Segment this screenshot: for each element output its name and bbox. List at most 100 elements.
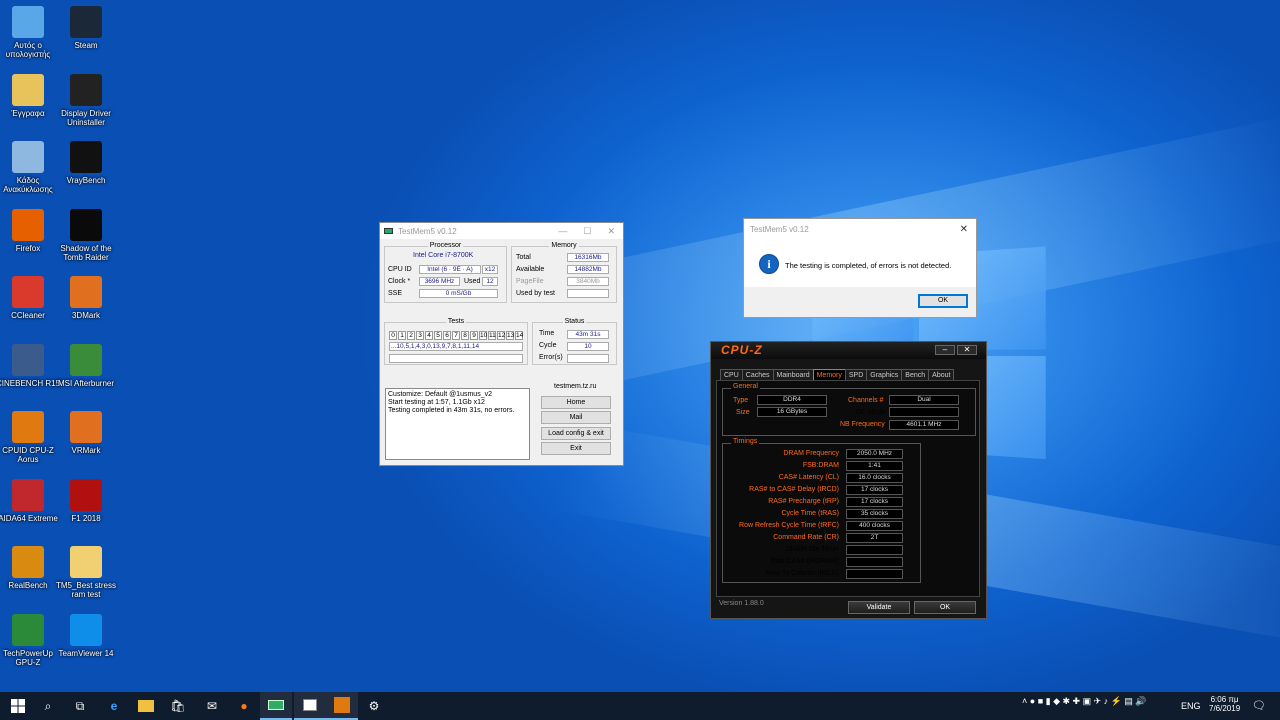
mail-icon[interactable]: ✉ <box>196 692 228 720</box>
test-number-box: 2 <box>407 331 415 340</box>
desktop-icon[interactable]: TechPowerUp GPU-Z <box>0 613 60 667</box>
timing-field: 2050.0 MHz <box>846 449 903 459</box>
desktop-icon[interactable]: TM5_Best stress ram test <box>54 546 118 599</box>
desktop-icon[interactable]: Firefox <box>0 208 60 253</box>
firefox-icon[interactable]: ● <box>228 692 260 720</box>
cycle-field: 10 <box>567 342 609 351</box>
desktop-icon[interactable]: RealBench <box>0 546 60 590</box>
log-box[interactable]: Customize: Default @1usmus_v2 Start test… <box>385 388 530 460</box>
desktop-icon-label: F1 2018 <box>71 513 101 523</box>
available-label: Available <box>516 266 545 273</box>
test-number-box: 1 <box>398 331 406 340</box>
f1-2018-icon <box>70 478 102 511</box>
cinebench-icon <box>12 343 44 376</box>
desktop-icon[interactable]: 3DMark <box>54 276 118 320</box>
firefox-icon <box>12 208 44 241</box>
dc-mode-field <box>889 407 959 417</box>
desktop-icon[interactable]: VRMark <box>54 411 118 455</box>
tab-mainboard[interactable]: Mainboard <box>772 369 814 380</box>
timing-label: Row To Column (tRCD) <box>766 570 839 577</box>
ok-button[interactable]: OK <box>918 294 968 308</box>
file-explorer-icon[interactable] <box>130 692 162 720</box>
pagefile-label: PageFile <box>516 278 544 285</box>
vrmark-icon <box>70 411 102 443</box>
processor-label: Processor <box>427 242 464 249</box>
clock-field: 3696 MHz <box>419 277 460 286</box>
clock-date: 7/6/2019 <box>1209 704 1241 713</box>
mail-button[interactable]: Mail <box>541 411 611 424</box>
timing-field: 17 clocks <box>846 497 903 507</box>
general-label: General <box>731 383 760 390</box>
channels-label: Channels # <box>848 397 884 404</box>
desktop-icon-label: VRMark <box>71 446 101 455</box>
vraybench-icon <box>70 141 102 173</box>
desktop-icon[interactable]: Κάδος Ανακύκλωσης <box>0 141 60 194</box>
desktop-icon[interactable]: Shadow of the Tomb Raider <box>54 208 118 262</box>
testmem-title: TestMem5 v0.12 <box>398 226 457 236</box>
app-taskbar-icon[interactable]: ⚙ <box>358 692 390 720</box>
desktop-icon[interactable]: CINEBENCH R15 <box>0 343 61 388</box>
desktop-icon-label: VrayBench <box>66 176 106 185</box>
desktop-icon[interactable]: CPUID CPU-Z Aorus <box>0 411 60 464</box>
timing-field <box>846 557 903 567</box>
notification-icon[interactable]: 🗨 <box>1252 699 1266 712</box>
desktop-icon-label: Steam <box>74 41 98 50</box>
close-icon[interactable]: ✕ <box>957 345 977 355</box>
site-label: testmem.tz.ru <box>554 383 597 390</box>
test-number-box: 11 <box>488 331 496 340</box>
start-button[interactable] <box>2 692 34 720</box>
validate-button[interactable]: Validate <box>848 601 910 614</box>
tab-about[interactable]: About <box>928 369 955 380</box>
maximize-icon[interactable]: ☐ <box>583 226 591 237</box>
cpuz-titlebar[interactable]: CPU-Z – ✕ <box>711 342 986 359</box>
desktop-icon[interactable]: CCleaner <box>0 276 60 320</box>
timing-label: DRAM Frequency <box>783 450 839 457</box>
desktop-icon[interactable]: TeamViewer 14 <box>54 613 118 658</box>
ccleaner-icon <box>12 276 44 308</box>
search-icon[interactable]: ⌕ <box>32 692 64 720</box>
task-view-icon[interactable]: ⧉ <box>64 692 96 720</box>
clock[interactable]: 6:06 πμ 7/6/2019 <box>1209 695 1240 713</box>
gpuz-icon <box>12 613 44 646</box>
language-indicator[interactable]: ENG <box>1181 701 1201 711</box>
tab-graphics[interactable]: Graphics <box>866 369 903 380</box>
timing-label: Cycle Time (tRAS) <box>781 510 839 517</box>
log-line: Start testing at 1:57, 1.1Gb x12 <box>388 399 485 406</box>
desktop-icon-label: CINEBENCH R15 <box>0 378 61 388</box>
timing-field <box>846 569 903 579</box>
nb-frequency-label: NB Frequency <box>840 421 885 428</box>
desktop-icon[interactable]: Display Driver Uninstaller <box>54 73 118 127</box>
tab-cpu[interactable]: CPU <box>720 369 743 380</box>
timing-label: FSB:DRAM <box>802 462 839 469</box>
desktop-icon[interactable]: VrayBench <box>54 141 118 185</box>
tab-spd[interactable]: SPD <box>844 369 868 380</box>
desktop-icon[interactable]: MSI Afterburner <box>54 343 118 388</box>
testmem-taskbar-icon[interactable] <box>260 692 292 720</box>
close-icon[interactable]: ✕ <box>607 226 615 237</box>
desktop-icon[interactable]: Έγγραφα <box>0 73 60 118</box>
info-titlebar[interactable]: TestMem5 v0.12 ✕ <box>744 219 976 239</box>
cpuz-taskbar-icon[interactable] <box>326 692 358 720</box>
load-config-button[interactable]: Load config & exit <box>541 427 611 440</box>
desktop-icon[interactable]: Αυτός ο υπολογιστής <box>0 6 60 59</box>
close-icon[interactable]: ✕ <box>960 224 968 235</box>
clock-label: Clock * <box>388 278 411 285</box>
desktop-icon-label: Έγγραφα <box>11 108 45 118</box>
exit-button[interactable]: Exit <box>541 442 611 455</box>
testmem-titlebar[interactable]: TestMem5 v0.12 — ☐ ✕ <box>380 223 623 239</box>
desktop-icon[interactable]: F1 2018 <box>54 478 118 523</box>
desktop-icon[interactable]: AIDA64 Extreme <box>0 478 60 523</box>
store-icon[interactable]: 🛍 <box>162 692 194 720</box>
tray-icons[interactable]: ˄ ● ■ ▮ ◆ ✱ ✚ ▣ ✈ ♪ ⚡ ▤ 🔊 <box>1022 696 1147 707</box>
home-button[interactable]: Home <box>541 396 611 409</box>
tab-bench[interactable]: Bench <box>901 369 930 380</box>
edge-icon[interactable]: e <box>98 692 130 720</box>
minimize-icon[interactable]: — <box>558 226 567 237</box>
minimize-icon[interactable]: – <box>935 345 955 355</box>
tab-memory[interactable]: Memory <box>812 369 846 380</box>
cpuz-ok-button[interactable]: OK <box>914 601 976 614</box>
testmem-dialog-taskbar-icon[interactable] <box>294 692 326 720</box>
desktop-icon[interactable]: Steam <box>54 6 118 50</box>
tab-caches[interactable]: Caches <box>741 369 774 380</box>
used-label: Used <box>464 278 481 285</box>
